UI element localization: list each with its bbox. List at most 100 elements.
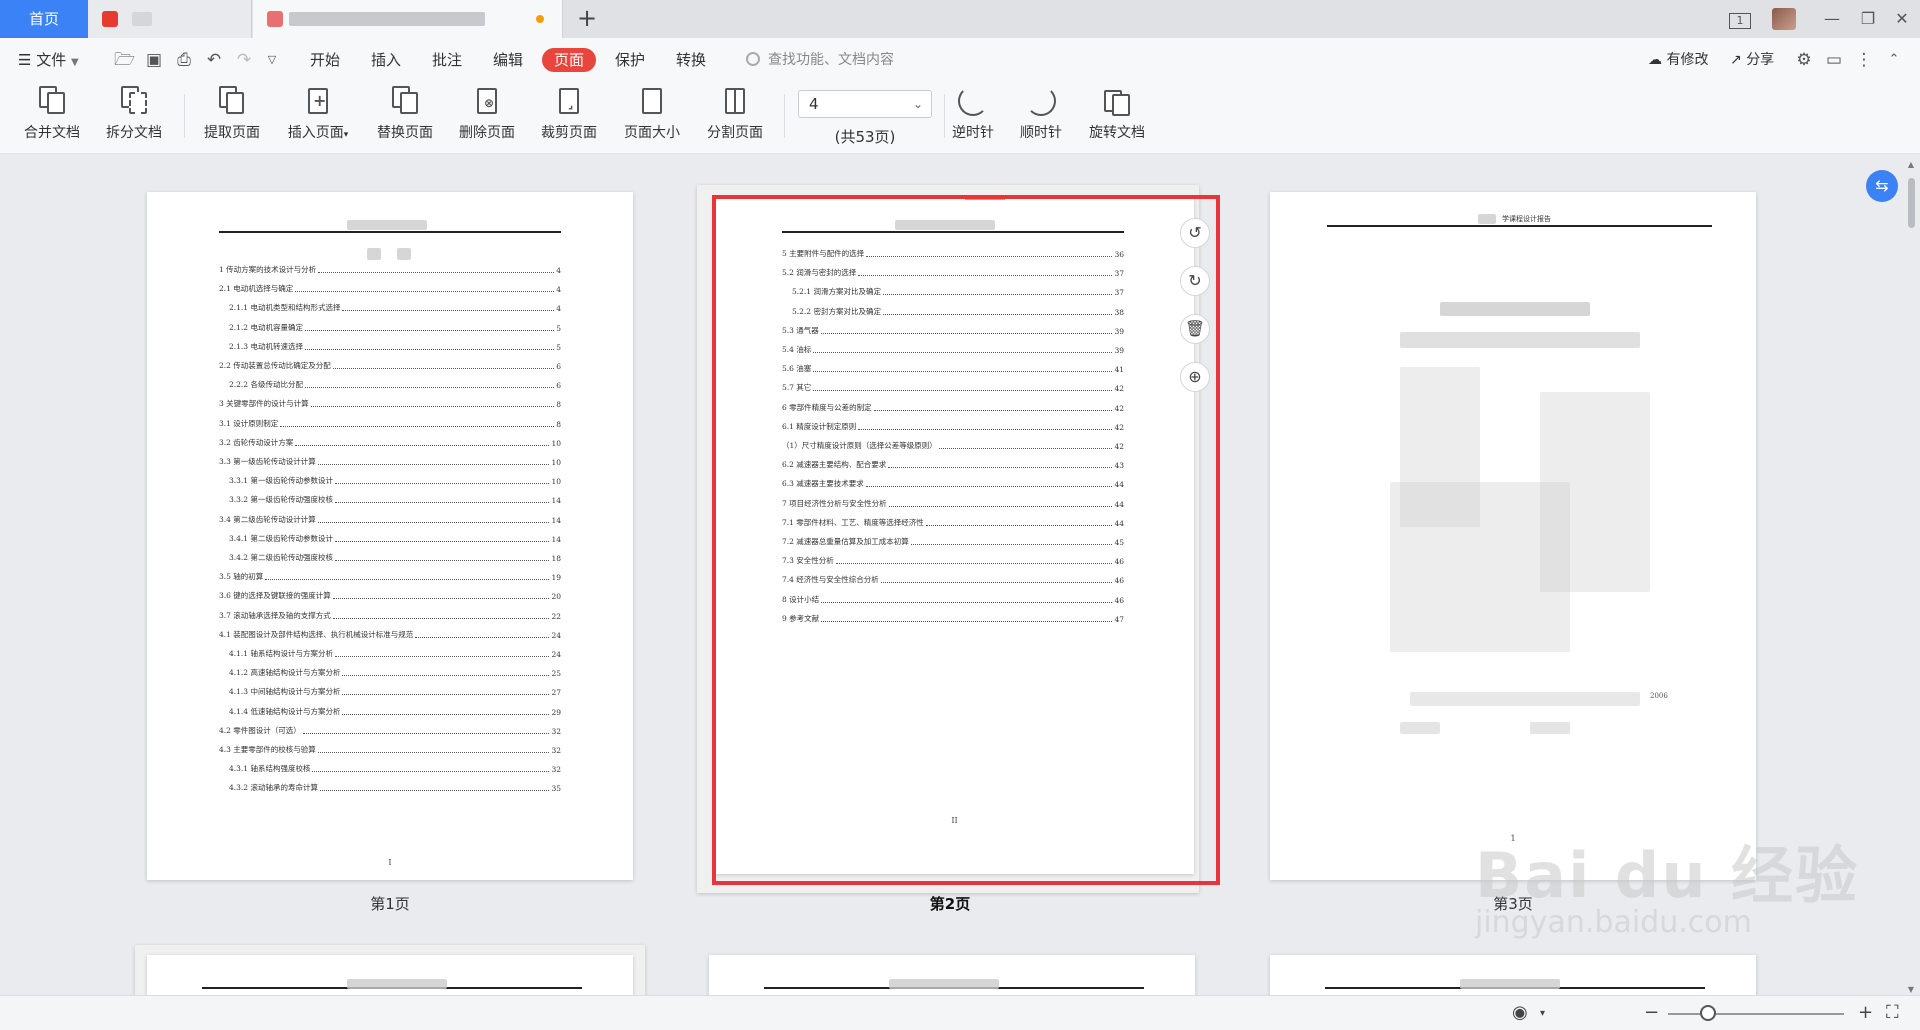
fullscreen-icon[interactable]: ⛶ — [1886, 1002, 1899, 1023]
menu-start[interactable]: 开始 — [310, 48, 340, 72]
rotate-cw-page-icon[interactable]: ↻ — [1180, 266, 1210, 296]
undo-icon[interactable]: ↶ — [204, 50, 224, 70]
toc-page-number: 24 — [551, 630, 561, 640]
page-thumbnail-5[interactable] — [709, 955, 1195, 995]
insert-page-button[interactable]: + 插入页面▾ — [280, 82, 356, 150]
crop-page-label: 裁剪页面 — [541, 125, 597, 141]
tab-bar: 首页 + 1 — ❐ ✕ — [0, 0, 1920, 38]
rotate-doc-button[interactable]: 旋转文档 — [1082, 82, 1152, 150]
search-icon — [746, 52, 760, 66]
page-number-select[interactable]: 4 ⌄ — [798, 90, 932, 118]
tab-document-2[interactable] — [253, 0, 563, 38]
zoom-slider[interactable] — [1668, 1013, 1844, 1015]
page-indicator-button[interactable]: 1 — [1720, 0, 1760, 38]
zoom-out-icon[interactable]: − — [1644, 1002, 1659, 1023]
avatar[interactable] — [1772, 8, 1796, 30]
feedback-icon[interactable]: ▭ — [1824, 50, 1844, 70]
rotate-cw-button[interactable]: 顺时针 — [1012, 82, 1070, 150]
chevron-down-icon[interactable]: ▾ — [1540, 1008, 1545, 1019]
delete-page-button[interactable]: ⊗ 删除页面 — [452, 82, 522, 150]
delete-page-icon[interactable]: 🗑 — [1180, 314, 1210, 344]
toc-page-number: 35 — [551, 784, 561, 794]
title-redacted — [397, 248, 411, 260]
menu-page[interactable]: 页面 — [542, 48, 597, 72]
toc-line: 4.1.2 高速轴结构设计与方案分析 25 — [229, 667, 561, 678]
page-thumbnail-4[interactable] — [147, 955, 633, 995]
toc-title: 3.3.2 第一级齿轮传动强度校核 — [229, 495, 333, 505]
crop-page-button[interactable]: ⌟ 裁剪页面 — [534, 82, 604, 150]
date-line-redacted — [1410, 692, 1640, 706]
divide-page-button[interactable]: 分割页面 — [700, 82, 770, 150]
split-docs-icon — [121, 86, 147, 116]
zoom-in-icon[interactable]: + — [1858, 1002, 1873, 1023]
vertical-scrollbar[interactable]: ▲ ▼ — [1906, 160, 1916, 994]
scroll-thumb[interactable] — [1908, 178, 1915, 228]
toc-line: 3.1 设计原则制定 8 — [219, 418, 561, 429]
menu-protect[interactable]: 保护 — [615, 48, 645, 72]
toc-page-number: 10 — [551, 477, 561, 487]
toc-leader — [342, 694, 550, 696]
replace-page-button[interactable]: 替换页面 — [370, 82, 440, 150]
toc-title: 3.4.1 第二级齿轮传动参数设计 — [229, 533, 333, 543]
menu-comment[interactable]: 批注 — [432, 48, 462, 72]
share-button[interactable]: ↗ 分享 — [1730, 48, 1774, 72]
menu-edit[interactable]: 编辑 — [493, 48, 523, 72]
page-thumbnail-6[interactable] — [1270, 955, 1756, 995]
header-text: 学课程设计报告 — [1502, 215, 1551, 223]
menu-convert[interactable]: 转换 — [676, 48, 706, 72]
watermark-url: jingyan.baidu.com — [1475, 905, 1752, 940]
search-input[interactable]: 查找功能、文档内容 — [744, 48, 944, 72]
toc-leader — [332, 617, 550, 619]
toc-line: 3.4.1 第二级齿轮传动参数设计 14 — [229, 533, 561, 544]
scroll-down-icon[interactable]: ▼ — [1906, 985, 1916, 994]
redo-icon[interactable]: ↷ — [234, 50, 254, 70]
toc-leader — [318, 272, 555, 273]
toc-line: 4.3.2 滚动轴承的寿命计算 35 — [229, 782, 561, 793]
print-icon[interactable]: ⎙ — [174, 50, 194, 70]
open-folder-icon[interactable]: 🗁 — [114, 50, 135, 70]
split-docs-button[interactable]: 拆分文档 — [100, 82, 168, 150]
menu-file[interactable]: ☰ 文件 ▼ — [18, 48, 79, 72]
unsaved-dot-icon — [536, 15, 544, 23]
quick-access-dropdown-icon[interactable]: ▽ — [262, 50, 282, 70]
close-button[interactable]: ✕ — [1882, 0, 1920, 38]
eye-protect-icon[interactable]: ◉ — [1512, 1002, 1528, 1023]
changes-button[interactable]: ☁ 有修改 — [1648, 48, 1708, 72]
toc-title: 3.5 轴的初算 — [219, 572, 264, 582]
minimize-button[interactable]: — — [1812, 0, 1852, 38]
toc-line: 3.7 滚动轴承选择及轴的支撑方式 22 — [219, 610, 561, 621]
page-thumbnail-3[interactable]: 学课程设计报告 2006 1 — [1270, 192, 1756, 880]
delete-page-icon: ⊗ — [474, 86, 500, 116]
rotate-doc-icon — [1104, 86, 1130, 116]
new-tab-button[interactable]: + — [572, 4, 602, 34]
page-size-button[interactable]: 页面大小 — [617, 82, 687, 150]
toc-page-number: 4 — [556, 304, 561, 314]
insert-page-text: 插入页面 — [287, 125, 344, 141]
rotate-ccw-button[interactable]: 逆时针 — [944, 82, 1002, 150]
tab-document-1[interactable] — [88, 0, 252, 38]
extract-page-button[interactable]: 提取页面 — [198, 82, 266, 150]
toc-line: 4.1 装配图设计及部件结构选择、执行机械设计标准与规范 24 — [219, 629, 561, 640]
page-thumbnail-1[interactable]: 1 传动方案的技术设计与分析 4 2.1 电动机选择与确定 4 2.1.1 电动机类型和… — [147, 192, 633, 880]
tab-home[interactable]: 首页 — [0, 0, 88, 38]
toc-leader — [265, 579, 550, 581]
add-page-icon[interactable]: ⊕ — [1180, 362, 1210, 392]
menu-insert[interactable]: 插入 — [371, 48, 401, 72]
rotate-cw-label: 顺时针 — [1020, 125, 1062, 141]
floating-tool-icon[interactable]: ⇆ — [1866, 170, 1898, 202]
scroll-up-icon[interactable]: ▲ — [1906, 160, 1916, 169]
toc-leader — [317, 521, 550, 523]
zoom-slider-knob[interactable] — [1700, 1005, 1716, 1021]
toc-title: 4.2 零件图设计（可选） — [219, 725, 301, 735]
changes-label: 有修改 — [1666, 52, 1709, 68]
save-icon[interactable]: ▣ — [144, 50, 164, 70]
chevron-down-icon: ⌄ — [912, 97, 923, 111]
rotate-ccw-page-icon[interactable]: ↺ — [1180, 218, 1210, 248]
more-icon[interactable]: ⋮ — [1854, 50, 1874, 70]
toc-title: 4.3.1 轴系结构强度校核 — [229, 764, 311, 774]
extract-page-label: 提取页面 — [204, 125, 260, 141]
merge-docs-button[interactable]: 合并文档 — [18, 82, 86, 150]
settings-icon[interactable]: ⚙ — [1794, 50, 1814, 70]
collapse-ribbon-icon[interactable]: ⌃ — [1884, 50, 1904, 70]
insert-page-icon: + — [305, 86, 331, 116]
